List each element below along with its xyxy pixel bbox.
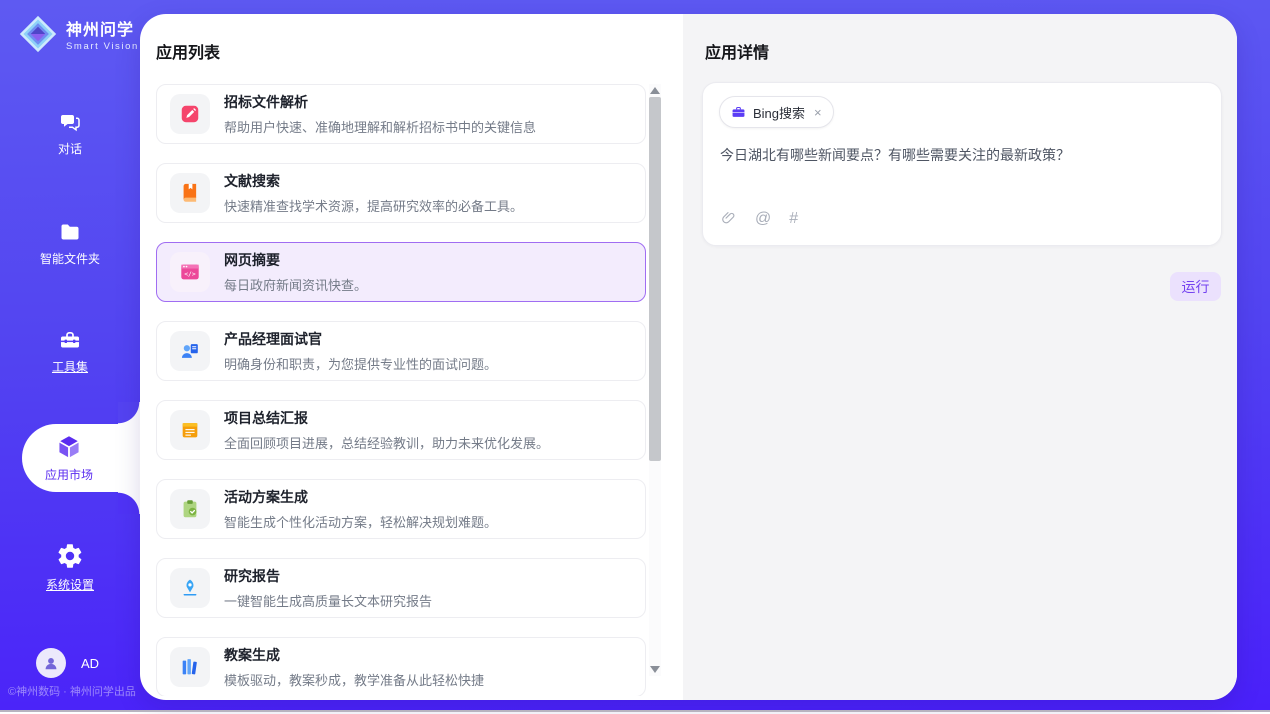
app-card-project-summary[interactable]: 项目总结汇报 全面回顾项目进展，总结经验教训，助力未来优化发展。 xyxy=(156,400,646,460)
clipboard-check-icon xyxy=(179,498,201,520)
calendar-note-icon xyxy=(179,419,201,441)
avatar xyxy=(36,648,66,678)
hash-icon[interactable]: # xyxy=(789,211,798,227)
app-icon-tile xyxy=(170,410,210,450)
scroll-down-arrow-icon[interactable] xyxy=(650,666,660,673)
app-card-bid-parse[interactable]: 招标文件解析 帮助用户快速、准确地理解和解析招标书中的关键信息 xyxy=(156,84,646,144)
app-name: 教案生成 xyxy=(224,645,484,665)
sidebar-item-chat[interactable]: 对话 xyxy=(0,110,140,157)
user-avatar-icon xyxy=(41,653,61,673)
sidebar-item-toolset[interactable]: 工具集 xyxy=(0,328,140,375)
folder-icon xyxy=(56,220,84,244)
app-description: 每日政府新闻资讯快查。 xyxy=(224,275,367,294)
run-button[interactable]: 运行 xyxy=(1170,272,1221,301)
sidebar-item-label: 智能文件夹 xyxy=(40,250,100,267)
composer-toolbar: @ # xyxy=(720,210,798,227)
sidebar-item-settings[interactable]: 系统设置 xyxy=(0,542,140,593)
app-description: 快速精准查找学术资源，提高研究效率的必备工具。 xyxy=(224,196,523,215)
app-icon-tile xyxy=(170,94,210,134)
sidebar-item-app-market[interactable]: 应用市场 xyxy=(22,424,140,492)
app-card-lesson-plan[interactable]: 教案生成 模板驱动，教案秒成，教学准备从此轻松快捷 xyxy=(156,637,646,696)
app-name: 产品经理面试官 xyxy=(224,329,497,349)
cube-icon xyxy=(54,433,84,461)
app-card-event-plan[interactable]: 活动方案生成 智能生成个性化活动方案，轻松解决规划难题。 xyxy=(156,479,646,539)
chat-icon xyxy=(56,110,84,134)
sidebar-item-label: 应用市场 xyxy=(45,466,93,483)
svg-text:</>: </> xyxy=(184,270,196,278)
app-name: 活动方案生成 xyxy=(224,487,497,507)
edit-square-icon xyxy=(179,103,201,125)
brand-name: 神州问学 xyxy=(66,16,139,40)
app-name: 招标文件解析 xyxy=(224,92,536,112)
query-text[interactable]: 今日湖北有哪些新闻要点？有哪些需要关注的最新政策？ xyxy=(720,145,1205,166)
toolbox-icon xyxy=(56,328,84,352)
app-description: 全面回顾项目进展，总结经验教训，助力未来优化发展。 xyxy=(224,433,549,452)
app-list: 招标文件解析 帮助用户快速、准确地理解和解析招标书中的关键信息 文献搜索 快速精… xyxy=(156,84,648,696)
app-description: 一键智能生成高质量长文本研究报告 xyxy=(224,591,432,610)
app-card-literature-search[interactable]: 文献搜索 快速精准查找学术资源，提高研究效率的必备工具。 xyxy=(156,163,646,223)
app-name: 项目总结汇报 xyxy=(224,408,549,428)
briefcase-icon xyxy=(731,105,746,120)
app-icon-tile xyxy=(170,331,210,371)
browser-code-icon: </> xyxy=(179,261,201,283)
app-description: 帮助用户快速、准确地理解和解析招标书中的关键信息 xyxy=(224,117,536,136)
main-panel: 应用列表 应用详情 招标文件解析 帮助用户快速、准确地理解和解析招标书中的关键信… xyxy=(140,14,1237,700)
scroll-up-arrow-icon[interactable] xyxy=(650,87,660,94)
app-icon-tile xyxy=(170,489,210,529)
diamond-logo-icon xyxy=(18,14,58,54)
app-card-research-report[interactable]: 研究报告 一键智能生成高质量长文本研究报告 xyxy=(156,558,646,618)
app-description: 模板驱动，教案秒成，教学准备从此轻松快捷 xyxy=(224,670,484,689)
close-icon[interactable]: × xyxy=(814,105,822,120)
book-icon xyxy=(179,182,201,204)
sidebar-item-label: 工具集 xyxy=(52,358,88,375)
app-description: 智能生成个性化活动方案，轻松解决规划难题。 xyxy=(224,512,497,531)
app-name: 研究报告 xyxy=(224,566,432,586)
app-background: 神州问学 Smart Vision 对话 智能文件夹 xyxy=(0,0,1270,710)
paperclip-icon[interactable] xyxy=(720,210,737,227)
sidebar-item-label: 系统设置 xyxy=(46,576,94,593)
gear-icon xyxy=(56,542,84,570)
tool-tag-label: Bing搜索 xyxy=(753,103,805,122)
query-card: Bing搜索 × 今日湖北有哪些新闻要点？有哪些需要关注的最新政策？ @ # xyxy=(702,82,1222,246)
sidebar-item-smart-folder[interactable]: 智能文件夹 xyxy=(0,220,140,267)
app-icon-tile xyxy=(170,647,210,687)
app-list-title: 应用列表 xyxy=(156,39,220,63)
app-detail-title: 应用详情 xyxy=(705,39,769,63)
scrollbar-thumb[interactable] xyxy=(649,97,661,461)
sidebar-item-label: 对话 xyxy=(58,140,82,157)
window-edge-line xyxy=(0,710,1270,712)
app-icon-tile xyxy=(170,173,210,213)
user-initials: AD xyxy=(81,656,99,671)
pen-report-icon xyxy=(179,577,201,599)
mention-icon[interactable]: @ xyxy=(755,211,771,227)
app-icon-tile xyxy=(170,568,210,608)
app-card-web-summary[interactable]: </> 网页摘要 每日政府新闻资讯快查。 xyxy=(156,242,646,302)
app-card-pm-interviewer[interactable]: 产品经理面试官 明确身份和职责，为您提供专业性的面试问题。 xyxy=(156,321,646,381)
app-list-scrollbar[interactable] xyxy=(649,84,661,676)
brand-subtitle: Smart Vision xyxy=(66,41,139,52)
brand: 神州问学 Smart Vision xyxy=(18,14,139,54)
books-icon xyxy=(179,656,201,678)
user-account[interactable]: AD xyxy=(36,648,99,678)
app-name: 文献搜索 xyxy=(224,171,523,191)
app-name: 网页摘要 xyxy=(224,250,367,270)
sidebar: 神州问学 Smart Vision 对话 智能文件夹 xyxy=(0,0,140,710)
app-description: 明确身份和职责，为您提供专业性的面试问题。 xyxy=(224,354,497,373)
interviewer-icon xyxy=(179,340,201,362)
copyright-text: ©神州数码 · 神州问学出品 xyxy=(8,683,136,699)
app-icon-tile: </> xyxy=(170,252,210,292)
tool-tag-bing-search[interactable]: Bing搜索 × xyxy=(719,96,834,128)
